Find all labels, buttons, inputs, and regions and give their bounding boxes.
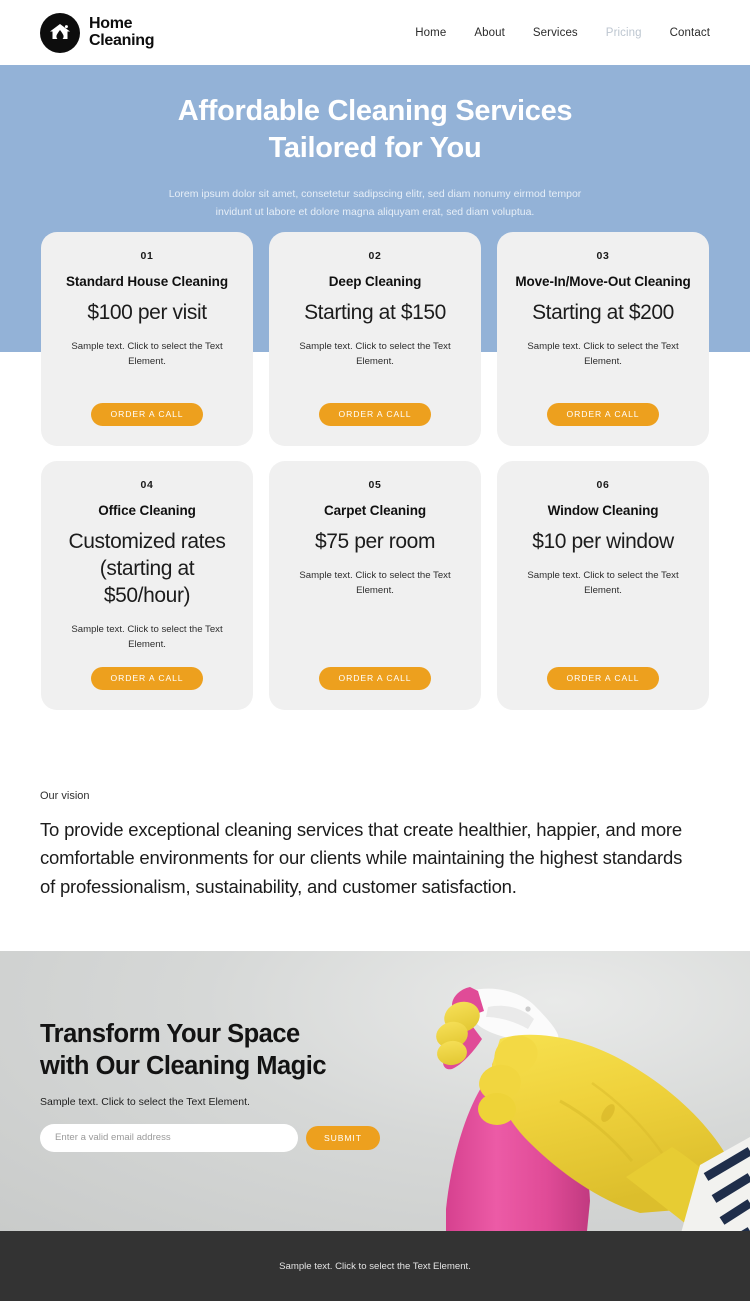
hero-title-line2: Tailored for You [268, 132, 482, 165]
vision-statement: To provide exceptional cleaning services… [40, 819, 683, 897]
pricing-card: 06 Window Cleaning $10 per window Sample… [497, 461, 709, 710]
order-a-call-button[interactable]: ORDER A CALL [318, 667, 432, 690]
vision-label: Our vision [40, 790, 90, 802]
card-description: Sample text. Click to select the Text El… [527, 569, 679, 597]
pricing-card-grid: 01 Standard House Cleaning $100 per visi… [0, 232, 750, 710]
pricing-card: 02 Deep Cleaning Starting at $150 Sample… [269, 232, 481, 446]
card-number: 06 [596, 479, 610, 491]
card-title: Office Cleaning [98, 503, 196, 518]
card-number: 02 [368, 250, 382, 262]
pricing-card: 04 Office Cleaning Customized rates (sta… [41, 461, 253, 710]
card-description: Sample text. Click to select the Text El… [71, 623, 223, 650]
pricing-card: 01 Standard House Cleaning $100 per visi… [41, 232, 253, 446]
brand-logo[interactable]: Home Cleaning [40, 12, 155, 53]
card-description: Sample text. Click to select the Text El… [527, 340, 679, 368]
pricing-card: 05 Carpet Cleaning $75 per room Sample t… [269, 461, 481, 710]
nav-item-contact[interactable]: Contact [670, 27, 710, 39]
card-title: Window Cleaning [547, 503, 659, 518]
card-price: Customized rates (starting at $50/hour) [68, 530, 226, 607]
brand-name: Home Cleaning [89, 15, 155, 49]
brand-name-line2: Cleaning [89, 31, 155, 49]
card-title: Standard House Cleaning [66, 274, 228, 289]
card-number: 03 [596, 250, 610, 262]
order-a-call-button[interactable]: ORDER A CALL [90, 403, 204, 426]
card-title: Carpet Cleaning [323, 503, 427, 518]
pricing-card: 03 Move-In/Move-Out Cleaning Starting at… [497, 232, 709, 446]
footer-text: Sample text. Click to select the Text El… [279, 1260, 471, 1272]
card-title: Deep Cleaning [328, 274, 422, 289]
cta-subtitle: Sample text. Click to select the Text El… [40, 1095, 250, 1108]
order-a-call-button[interactable]: ORDER A CALL [90, 667, 204, 690]
house-droplet-icon [40, 12, 80, 53]
site-header: Home Cleaning Home About Services Pricin… [0, 0, 750, 65]
cta-section: Transform Your Space with Our Cleaning M… [0, 951, 750, 1231]
submit-button[interactable]: SUBMIT [306, 1125, 380, 1150]
card-description: Sample text. Click to select the Text El… [71, 340, 223, 368]
card-price: $100 per visit [87, 301, 207, 324]
cta-content: Transform Your Space with Our Cleaning M… [0, 951, 750, 1152]
card-title: Move-In/Move-Out Cleaning [515, 274, 691, 289]
nav-item-pricing[interactable]: Pricing [606, 27, 642, 39]
card-description: Sample text. Click to select the Text El… [299, 569, 451, 597]
hero-title: Affordable Cleaning Services Tailored fo… [0, 93, 750, 167]
nav-item-about[interactable]: About [474, 27, 505, 39]
hero-subtitle: Lorem ipsum dolor sit amet, consetetur s… [168, 188, 582, 219]
landing-page: Home Cleaning Home About Services Pricin… [0, 0, 750, 1301]
card-description: Sample text. Click to select the Text El… [299, 340, 451, 368]
card-price: Starting at $150 [304, 301, 446, 324]
newsletter-form: SUBMIT [40, 1123, 750, 1152]
nav-item-home[interactable]: Home [415, 27, 446, 39]
card-price: Starting at $200 [532, 301, 674, 324]
order-a-call-button[interactable]: ORDER A CALL [318, 403, 432, 426]
main-navigation: Home About Services Pricing Contact [415, 27, 710, 39]
card-number: 05 [368, 479, 382, 491]
nav-item-services[interactable]: Services [533, 27, 578, 39]
card-price: $10 per window [532, 530, 674, 553]
email-input[interactable] [40, 1123, 298, 1152]
cta-title-line2: with Our Cleaning Magic [40, 1051, 327, 1080]
hero-title-line1: Affordable Cleaning Services [177, 95, 573, 127]
order-a-call-button[interactable]: ORDER A CALL [546, 403, 660, 426]
card-price: $75 per room [314, 530, 436, 553]
order-a-call-button[interactable]: ORDER A CALL [546, 667, 660, 690]
vision-section: Our vision To provide exceptional cleani… [0, 740, 750, 951]
cta-title-line1: Transform Your Space [40, 1020, 300, 1048]
card-number: 04 [140, 479, 154, 491]
card-number: 01 [140, 250, 154, 262]
site-footer: Sample text. Click to select the Text El… [0, 1231, 750, 1301]
cta-title: Transform Your Space with Our Cleaning M… [40, 1019, 750, 1083]
brand-name-line1: Home [89, 15, 133, 33]
